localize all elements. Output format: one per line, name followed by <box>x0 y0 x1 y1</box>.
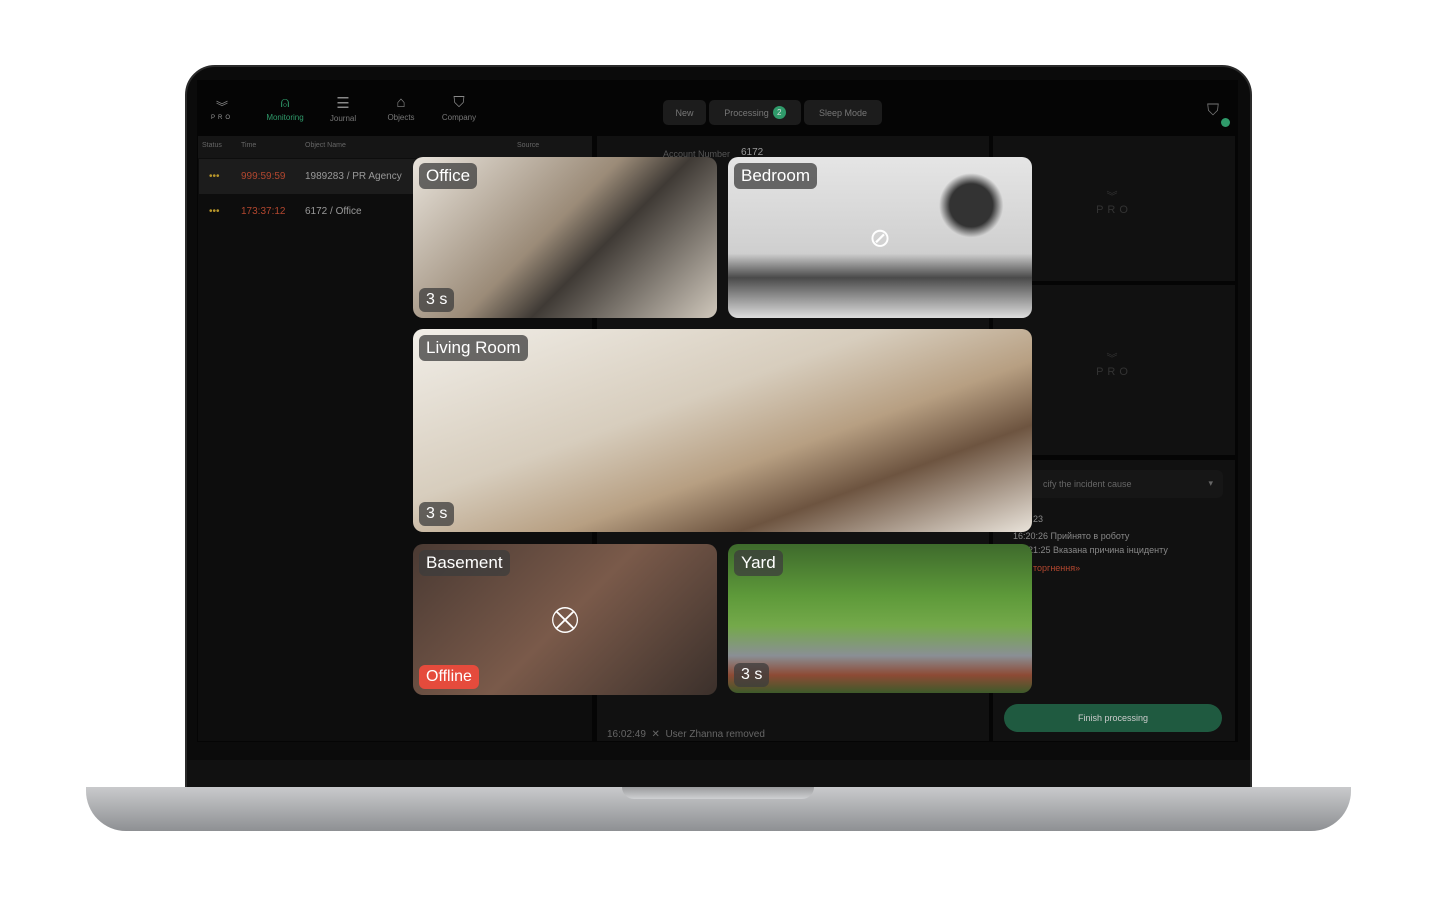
log-line: торгнення» <box>1033 563 1081 573</box>
status-dots: ••• <box>209 171 220 182</box>
camera-name: Yard <box>734 550 783 576</box>
log-line: 16:20:26 Прийнято в роботу <box>1013 531 1130 541</box>
chevron-down-icon: ▾ <box>1208 478 1213 488</box>
shield-star-icon: ⛉ <box>453 94 465 111</box>
camera-timer: 3 s <box>734 663 770 687</box>
offline-badge: Offline <box>419 665 479 689</box>
nav-label: Journal <box>329 114 357 123</box>
log-line: 21:25 Вказана причина інциденту <box>1028 545 1168 555</box>
camera-name: Living Room <box>419 335 528 361</box>
tab-label: Sleep Mode <box>818 107 868 118</box>
tab-label: New <box>675 107 694 118</box>
finish-processing-button[interactable]: Finish processing <box>1004 704 1222 732</box>
camera-name: Basement <box>419 550 510 576</box>
event-row: 16:02:49 ✕ User Zhanna removed <box>607 729 765 740</box>
camera-timer: 3 s <box>419 288 455 312</box>
camera-tile-office[interactable]: Office 3 s <box>413 157 717 318</box>
col-object: Object Name <box>305 142 346 149</box>
elapsed-time: 999:59:59 <box>241 171 286 182</box>
brand-text: PRO <box>210 115 233 121</box>
nav-company[interactable]: ⛉ Company <box>431 94 487 122</box>
nav-label: Objects <box>387 113 415 122</box>
laptop-notch <box>622 787 814 799</box>
pro-logo-icon: ︾ <box>215 100 228 114</box>
nav-objects[interactable]: ⌂ Objects <box>373 94 429 122</box>
camera-timer: 3 s <box>419 502 455 526</box>
event-time: 16:02:49 <box>607 729 646 740</box>
journal-icon: ☰ <box>336 95 350 112</box>
col-status: Status <box>202 142 222 149</box>
alarm-icon: ⍝ <box>280 94 290 111</box>
event-text: User Zhanna removed <box>665 729 765 740</box>
tab-sleep-mode[interactable]: Sleep Mode <box>804 100 882 125</box>
log-line: 23 <box>1033 514 1044 524</box>
camera-name: Bedroom <box>734 163 817 189</box>
eye-off-icon: ⊘ <box>869 222 891 252</box>
tab-processing[interactable]: Processing 2 <box>709 100 801 125</box>
count-badge: 2 <box>772 106 786 119</box>
object-name: 1989283 / PR Agency <box>305 171 402 182</box>
camera-tile-living-room[interactable]: Living Room 3 s <box>413 329 1032 532</box>
camera-tile-bedroom[interactable]: Bedroom ⊘ <box>728 157 1032 318</box>
select-placeholder: cify the incident cause <box>1043 479 1132 489</box>
brand-logo: ︾ PRO <box>207 98 237 121</box>
incident-cause-select[interactable]: cify the incident cause ▾ <box>1003 470 1223 498</box>
shield-status-icon[interactable]: ⛉ <box>1207 102 1219 120</box>
camera-off-icon: ⛒ <box>551 603 579 634</box>
laptop-chin <box>187 760 1250 788</box>
col-source: Source <box>517 142 540 149</box>
camera-tile-basement[interactable]: Basement ⛒ Offline <box>413 544 717 695</box>
tab-new[interactable]: New <box>663 100 706 125</box>
status-dots: ••• <box>209 206 220 217</box>
object-name: 6172 / Office <box>305 206 362 217</box>
elapsed-time: 173:37:12 <box>241 206 286 217</box>
camera-tile-yard[interactable]: Yard 3 s <box>728 544 1032 693</box>
nav-monitoring[interactable]: ⍝ Monitoring <box>257 94 313 122</box>
nav-journal[interactable]: ☰ Journal <box>315 94 371 123</box>
nav-label: Company <box>441 113 477 122</box>
camera-name: Office <box>419 163 478 189</box>
tab-label: Processing <box>724 107 769 118</box>
col-time: Time <box>241 142 257 149</box>
house-icon: ⌂ <box>396 94 406 111</box>
nav-label: Monitoring <box>266 113 304 122</box>
online-dot <box>1221 118 1230 127</box>
